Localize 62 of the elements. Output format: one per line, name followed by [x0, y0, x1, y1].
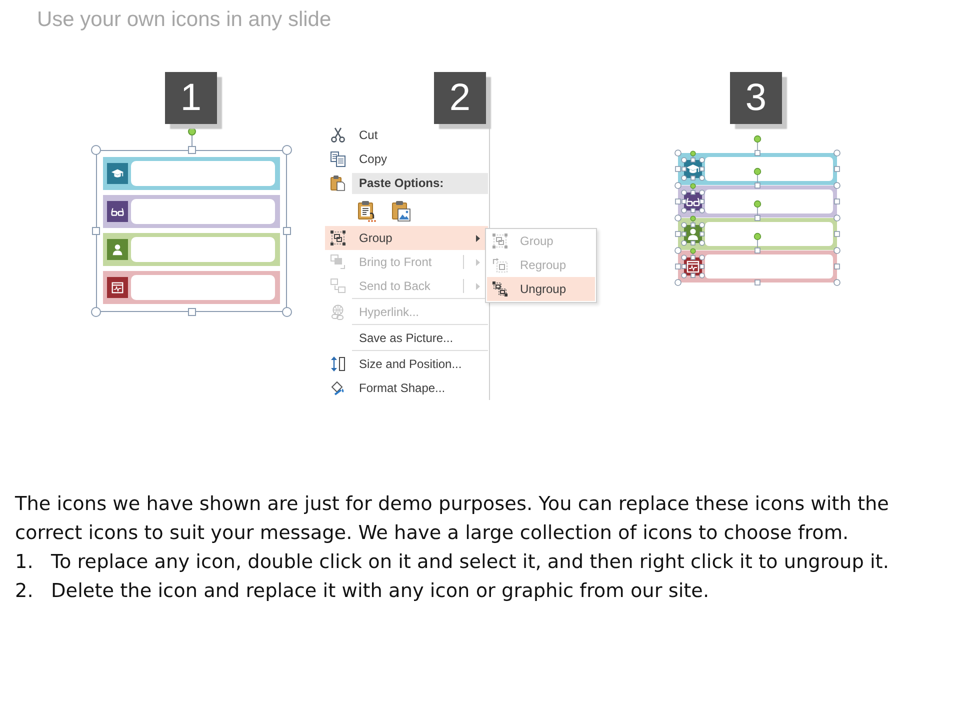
send-backward-icon [330, 278, 346, 294]
resize-handle[interactable] [92, 227, 100, 235]
menu-item[interactable]: Cut [325, 123, 488, 147]
group-icon [492, 233, 508, 249]
submenu-arrow-icon [476, 234, 480, 242]
resize-handle[interactable] [91, 145, 101, 155]
submenu-item[interactable]: Ungroup [487, 277, 595, 301]
rotation-handle[interactable] [690, 216, 696, 224]
scissors-icon [330, 127, 346, 143]
resize-handle[interactable] [834, 264, 840, 270]
rotation-handle[interactable] [690, 248, 696, 256]
resize-handle[interactable] [834, 150, 840, 156]
menu-item[interactable]: Copy [325, 147, 488, 171]
description-text: The icons we have shown are just for demo purposes. You can replace these icons with the correct icons to suit your message. We have a large collection of icons to choose from. [15, 491, 890, 546]
step-number: 3 [730, 72, 782, 124]
size-position-icon [330, 356, 346, 372]
regroup-icon [492, 257, 508, 273]
paste-text-icon[interactable] [357, 200, 377, 222]
resize-handle[interactable] [834, 166, 840, 172]
resize-handle[interactable] [188, 146, 196, 154]
resize-handle[interactable] [834, 279, 840, 286]
menu-item[interactable]: Group [325, 226, 488, 250]
submenu-arrow-icon [476, 282, 480, 290]
paste-picture-icon[interactable] [391, 200, 411, 222]
copy-icon [330, 151, 346, 167]
resize-handle[interactable] [754, 182, 760, 188]
resize-handle[interactable] [834, 231, 840, 237]
instruction-text: Delete the icon and replace it with any icon or graphic from our site. [51, 578, 710, 604]
menu-item[interactable]: Format Shape... [325, 376, 488, 400]
submenu-arrow-icon [476, 258, 480, 266]
resize-handle[interactable] [834, 247, 840, 254]
resize-handle[interactable] [834, 198, 840, 204]
instruction-text: To replace any icon, double click on it and select it, and then right click it to ungroup it. [51, 549, 889, 575]
step-number: 2 [434, 72, 486, 124]
slide-title: Use your own icons in any slide [37, 7, 332, 33]
resize-handle[interactable] [754, 248, 760, 254]
rotation-handle[interactable] [754, 200, 762, 216]
resize-handle[interactable] [283, 227, 291, 235]
list-number: 2. [15, 578, 34, 604]
resize-handle[interactable] [188, 308, 196, 316]
list-number: 1. [15, 549, 34, 575]
rotation-handle[interactable] [754, 135, 762, 150]
resize-handle[interactable] [91, 307, 101, 317]
ungroup-icon [492, 281, 508, 297]
hyperlink-icon [330, 304, 346, 320]
resize-handle[interactable] [282, 145, 292, 155]
resize-handle[interactable] [282, 307, 292, 317]
resize-handle[interactable] [834, 214, 840, 222]
resize-handle[interactable] [754, 280, 760, 286]
bring-forward-icon [330, 254, 346, 270]
resize-handle[interactable] [754, 150, 760, 156]
rotation-handle[interactable] [754, 168, 762, 183]
clipboard-icon [330, 175, 346, 191]
paint-brush-icon [330, 380, 346, 396]
step-number: 1 [165, 72, 217, 124]
resize-handle[interactable] [834, 182, 840, 189]
rotation-handle[interactable] [754, 232, 762, 248]
rotation-handle[interactable] [690, 183, 696, 191]
rotation-handle[interactable] [690, 150, 696, 158]
resize-handle[interactable] [754, 215, 760, 221]
section-header: Paste Options: [352, 172, 488, 194]
group-icon [330, 230, 346, 246]
